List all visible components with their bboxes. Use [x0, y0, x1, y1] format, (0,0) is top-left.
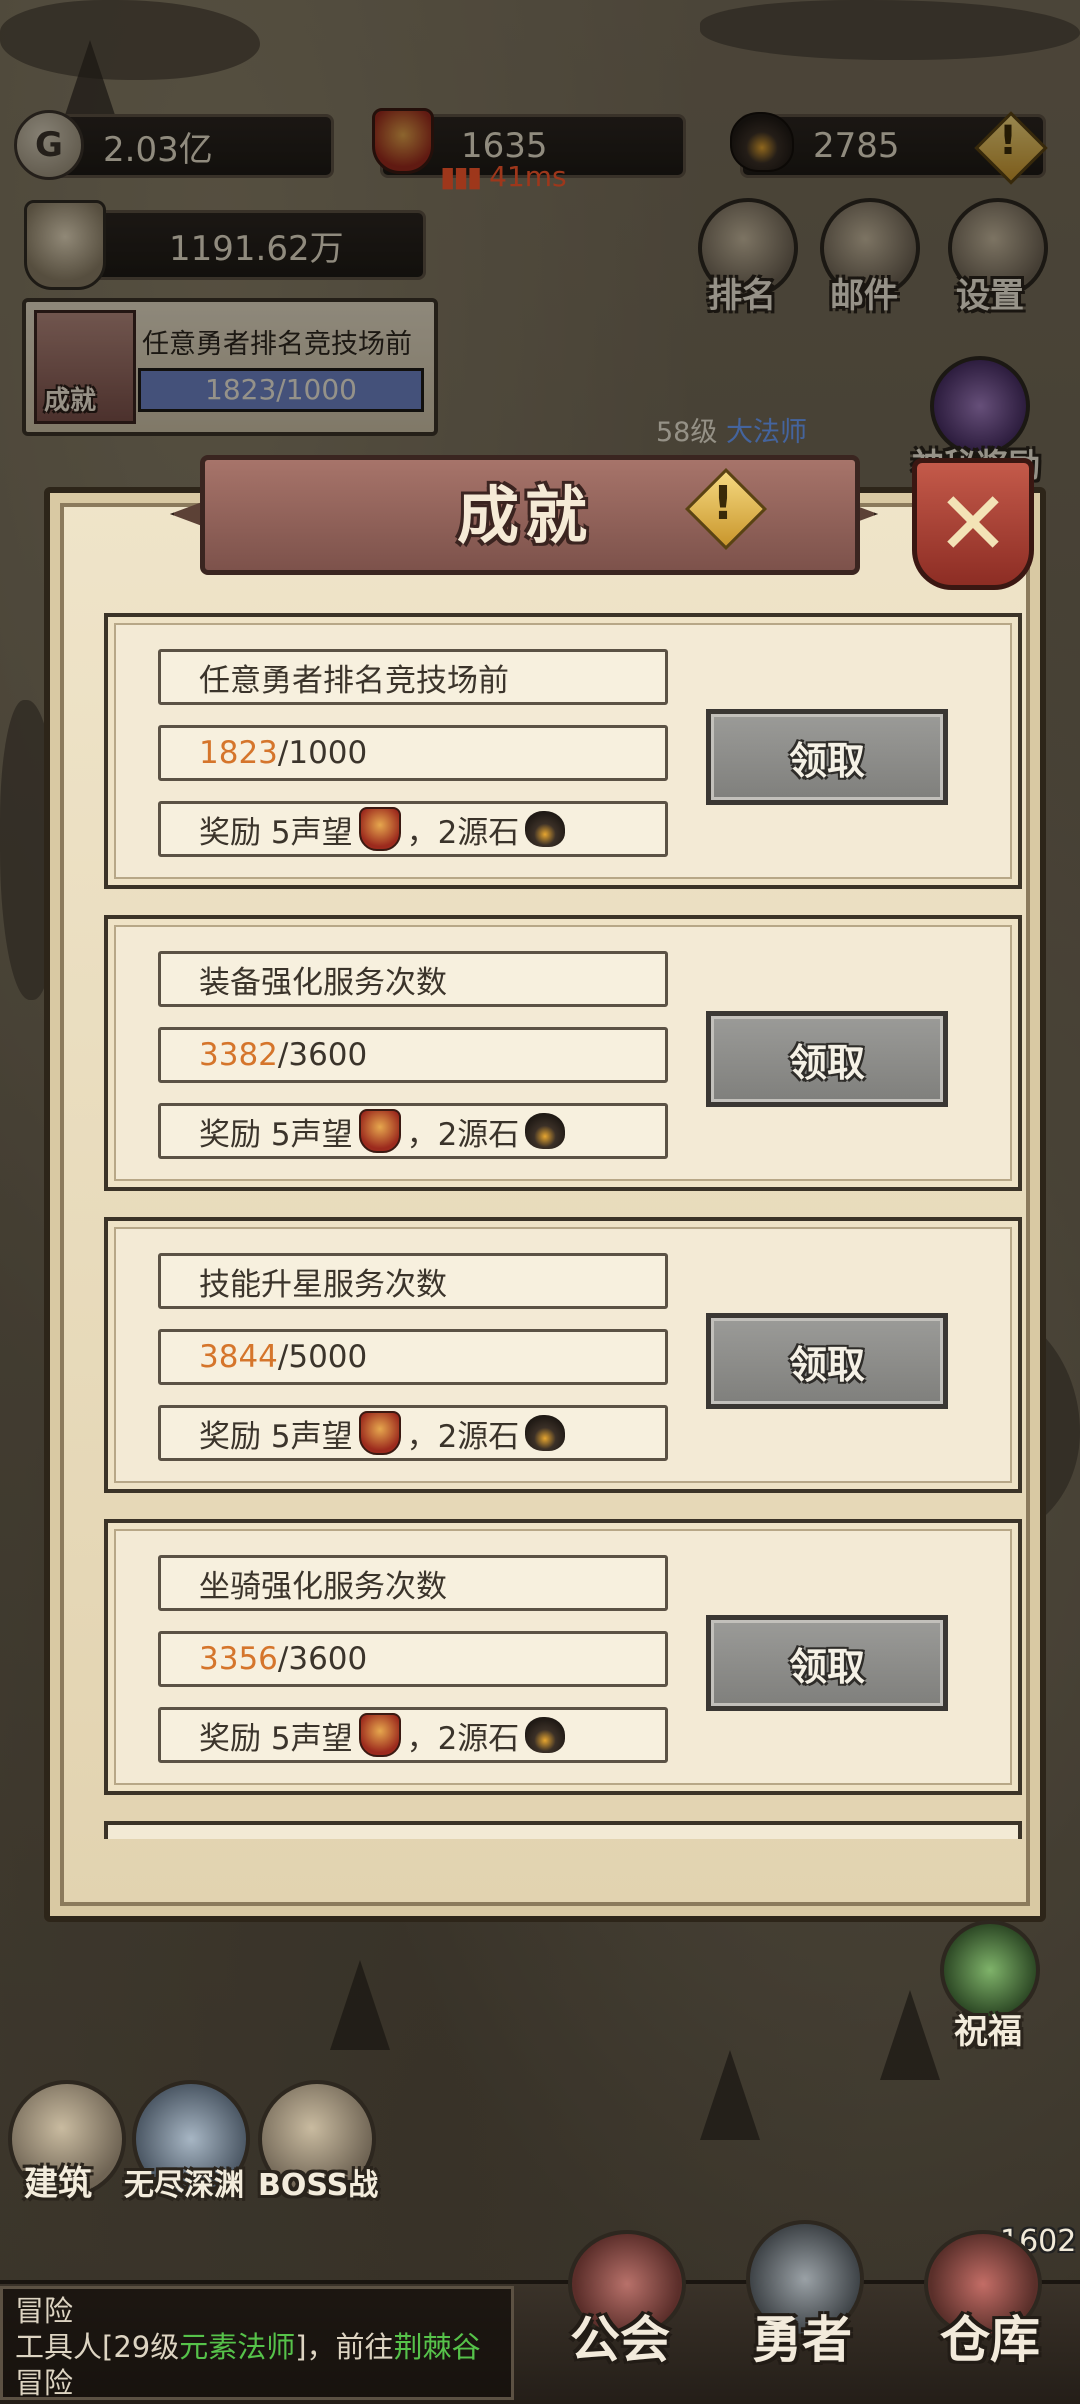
reward-stone-text: ，2源石	[406, 814, 520, 851]
progress-target: /3600	[277, 1037, 368, 1073]
progress-current: 3844	[199, 1339, 278, 1375]
progress-target: /5000	[277, 1339, 368, 1375]
chat-line-2: 冒险	[15, 2366, 74, 2400]
achievement-progress: 3844/5000	[158, 1329, 668, 1385]
reputation-shield-icon	[358, 1411, 401, 1455]
achievement-card: 任意勇者排名竞技场前 1823/1000 奖励 5声望 ，2源石 领取	[104, 613, 1022, 889]
chat-text: 工具人[29级	[15, 2330, 180, 2364]
blessing-label: 祝福	[954, 2012, 1022, 2052]
reward-stone-text: ，2源石	[406, 1418, 520, 1455]
close-button[interactable]: ✕	[912, 458, 1034, 590]
source-stone-icon	[525, 811, 566, 847]
source-stone-icon	[525, 1415, 566, 1451]
reward-reputation-text: 奖励 5声望	[199, 1720, 353, 1757]
reward-reputation-text: 奖励 5声望	[199, 1418, 353, 1455]
guild-tab[interactable]: 公会	[570, 2300, 670, 2372]
progress-current: 3356	[199, 1641, 278, 1677]
exclamation-icon: !	[712, 476, 734, 530]
chat-text: ]，前往	[295, 2330, 394, 2364]
reward-reputation-text: 奖励 5声望	[199, 814, 353, 851]
progress-target: /3600	[277, 1641, 368, 1677]
reward-stone-text: ，2源石	[406, 1720, 520, 1757]
achievement-name: 坐骑强化服务次数	[158, 1555, 668, 1611]
source-stone-icon	[525, 1113, 566, 1149]
progress-current: 1823	[199, 735, 278, 771]
progress-target: /1000	[277, 735, 368, 771]
achievement-progress: 3382/3600	[158, 1027, 668, 1083]
progress-current: 3382	[199, 1037, 278, 1073]
achievement-name: 装备强化服务次数	[158, 951, 668, 1007]
chat-channel: 冒险	[15, 2294, 74, 2328]
warehouse-tab[interactable]: 仓库	[940, 2300, 1040, 2372]
achievement-name: 任意勇者排名竞技场前	[158, 649, 668, 705]
claim-button[interactable]: 领取	[706, 709, 948, 805]
hero-tab[interactable]: 勇者	[752, 2300, 852, 2372]
boss-label: BOSS战	[258, 2168, 379, 2203]
achievement-card-partial	[104, 1821, 1022, 1839]
achievement-progress: 1823/1000	[158, 725, 668, 781]
claim-button[interactable]: 领取	[706, 1615, 948, 1711]
achievement-card: 技能升星服务次数 3844/5000 奖励 5声望 ，2源石 领取	[104, 1217, 1022, 1493]
close-icon: ✕	[936, 472, 1010, 575]
reputation-shield-icon	[358, 1109, 401, 1153]
source-stone-icon	[525, 1717, 566, 1753]
claim-button[interactable]: 领取	[706, 1313, 948, 1409]
build-label: 建筑	[24, 2164, 92, 2204]
achievement-reward: 奖励 5声望 ，2源石	[158, 801, 668, 857]
achievement-progress: 3356/3600	[158, 1631, 668, 1687]
reward-reputation-text: 奖励 5声望	[199, 1116, 353, 1153]
dialog-title-text: 成就	[456, 479, 593, 552]
chat-place-highlight: 荆棘谷	[393, 2330, 481, 2364]
reputation-shield-icon	[358, 1713, 401, 1757]
chat-class-highlight: 元素法师	[179, 2330, 296, 2364]
achievement-reward: 奖励 5声望 ，2源石	[158, 1405, 668, 1461]
achievement-card: 装备强化服务次数 3382/3600 奖励 5声望 ，2源石 领取	[104, 915, 1022, 1191]
chat-box[interactable]: 冒险 工具人[29级元素法师]，前往荆棘谷 冒险	[0, 2286, 514, 2400]
achievement-reward: 奖励 5声望 ，2源石	[158, 1103, 668, 1159]
reward-stone-text: ，2源石	[406, 1116, 520, 1153]
reputation-shield-icon	[358, 807, 401, 851]
achievement-reward: 奖励 5声望 ，2源石	[158, 1707, 668, 1763]
achievement-card: 坐骑强化服务次数 3356/3600 奖励 5声望 ，2源石 领取	[104, 1519, 1022, 1795]
abyss-label: 无尽深渊	[124, 2168, 244, 2203]
claim-button[interactable]: 领取	[706, 1011, 948, 1107]
achievement-name: 技能升星服务次数	[158, 1253, 668, 1309]
chat-line: 工具人[29级元素法师]，前往荆棘谷	[15, 2329, 499, 2365]
